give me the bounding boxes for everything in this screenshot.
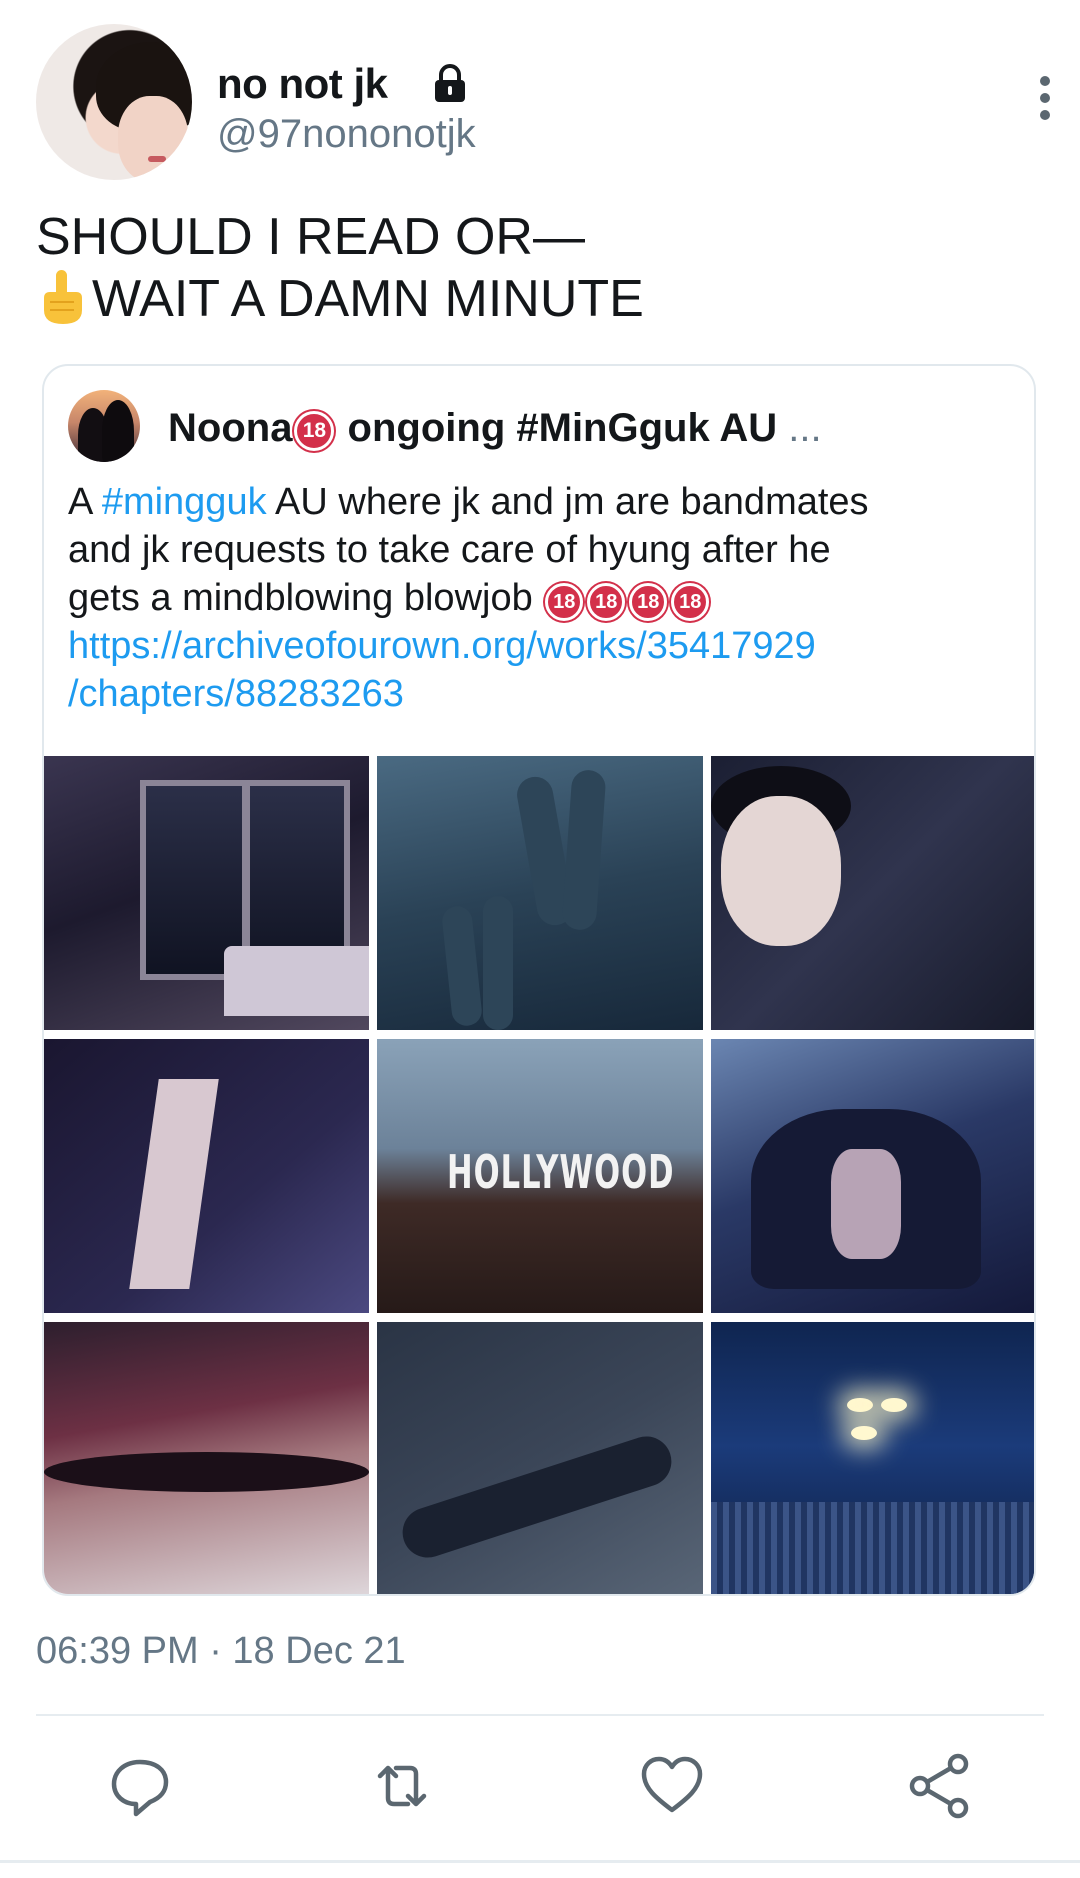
adult-badge-icon: 18: [294, 411, 335, 451]
more-options-icon[interactable]: [1036, 76, 1054, 126]
image-stage-performance[interactable]: [711, 1039, 1034, 1313]
quoted-name-main: Noona: [168, 406, 293, 450]
tweet-header: no not jk @97nononotjk: [36, 24, 1050, 184]
tweet-action-bar: [0, 1740, 1080, 1850]
author-avatar[interactable]: [36, 24, 192, 180]
image-open-jacket[interactable]: [44, 1039, 369, 1313]
image-hand-on-glass[interactable]: [377, 756, 703, 1030]
quoted-author-name[interactable]: Noona 18 ongoing #MinGguk AU ...: [168, 406, 822, 451]
quoted-line-2: and jk requests to take care of hyung af…: [68, 529, 831, 571]
quoted-line-3-text: gets a mindblowing blowjob: [68, 577, 544, 619]
share-icon: [909, 1753, 969, 1819]
image-jk-closeup[interactable]: [711, 756, 1034, 1030]
quoted-line-1-prefix: A: [68, 481, 102, 523]
image-stadium[interactable]: [711, 1322, 1034, 1594]
quoted-name-ellipsis: ...: [788, 406, 822, 450]
retweet-button[interactable]: [366, 1750, 438, 1822]
hashtag-link[interactable]: #mingguk: [102, 481, 267, 523]
tweet-text-line-1: SHOULD I READ OR—: [36, 208, 585, 266]
like-button[interactable]: [636, 1750, 708, 1822]
tweet-text: SHOULD I READ OR— WAIT A DAMN MINUTE: [36, 206, 644, 330]
adult-badge-icon: 18: [671, 583, 710, 621]
divider: [36, 1714, 1044, 1716]
quoted-line-1-rest: AU where jk and jm are bandmates: [266, 481, 869, 523]
quoted-line-1: A #mingguk AU where jk and jm are bandma…: [68, 478, 1018, 526]
image-arm-shower[interactable]: [377, 1322, 703, 1594]
pointing-up-finger-icon: [44, 270, 82, 324]
quoted-tweet-card[interactable]: Noona 18 ongoing #MinGguk AU ... A #mingg…: [42, 364, 1036, 1596]
image-collage[interactable]: HOLLYWOOD: [44, 756, 1034, 1594]
heart-icon: [641, 1756, 703, 1813]
author-display-name[interactable]: no not jk: [217, 60, 388, 108]
image-lips[interactable]: [44, 1322, 369, 1594]
image-bedroom-window[interactable]: [44, 756, 369, 1030]
adult-badge-icon: 18: [545, 583, 584, 621]
tweet-text-line-2: WAIT A DAMN MINUTE: [36, 268, 644, 330]
author-handle[interactable]: @97nononotjk: [217, 112, 476, 157]
reply-icon: [111, 1759, 169, 1817]
ao3-link-line-1[interactable]: https://archiveofourown.org/works/354179…: [68, 622, 1018, 670]
bottom-divider: [0, 1860, 1080, 1863]
reply-button[interactable]: [104, 1750, 176, 1822]
tweet-text-line-2-text: WAIT A DAMN MINUTE: [92, 270, 644, 328]
lock-icon: [435, 64, 465, 102]
tweet-timestamp[interactable]: 06:39 PM · 18 Dec 21: [36, 1630, 406, 1673]
hollywood-sign-text: HOLLYWOOD: [447, 1146, 675, 1200]
adult-badge-icon: 18: [629, 583, 668, 621]
tweet-detail-screen: no not jk @97nononotjk SHOULD I READ OR—…: [0, 0, 1080, 1878]
share-button[interactable]: [904, 1750, 976, 1822]
quoted-line-3: gets a mindblowing blowjob 18 18 18 18: [68, 574, 1018, 622]
image-hollywood-sign[interactable]: HOLLYWOOD: [377, 1039, 703, 1313]
quoted-tweet-text: A #mingguk AU where jk and jm are bandma…: [68, 478, 1018, 718]
adult-badge-icon: 18: [587, 583, 626, 621]
retweet-icon: [377, 1765, 427, 1807]
quoted-name-rest: ongoing #MinGguk AU: [336, 406, 778, 450]
quoted-author-avatar[interactable]: [68, 390, 140, 462]
ao3-link-line-2[interactable]: /chapters/88283263: [68, 670, 1018, 718]
